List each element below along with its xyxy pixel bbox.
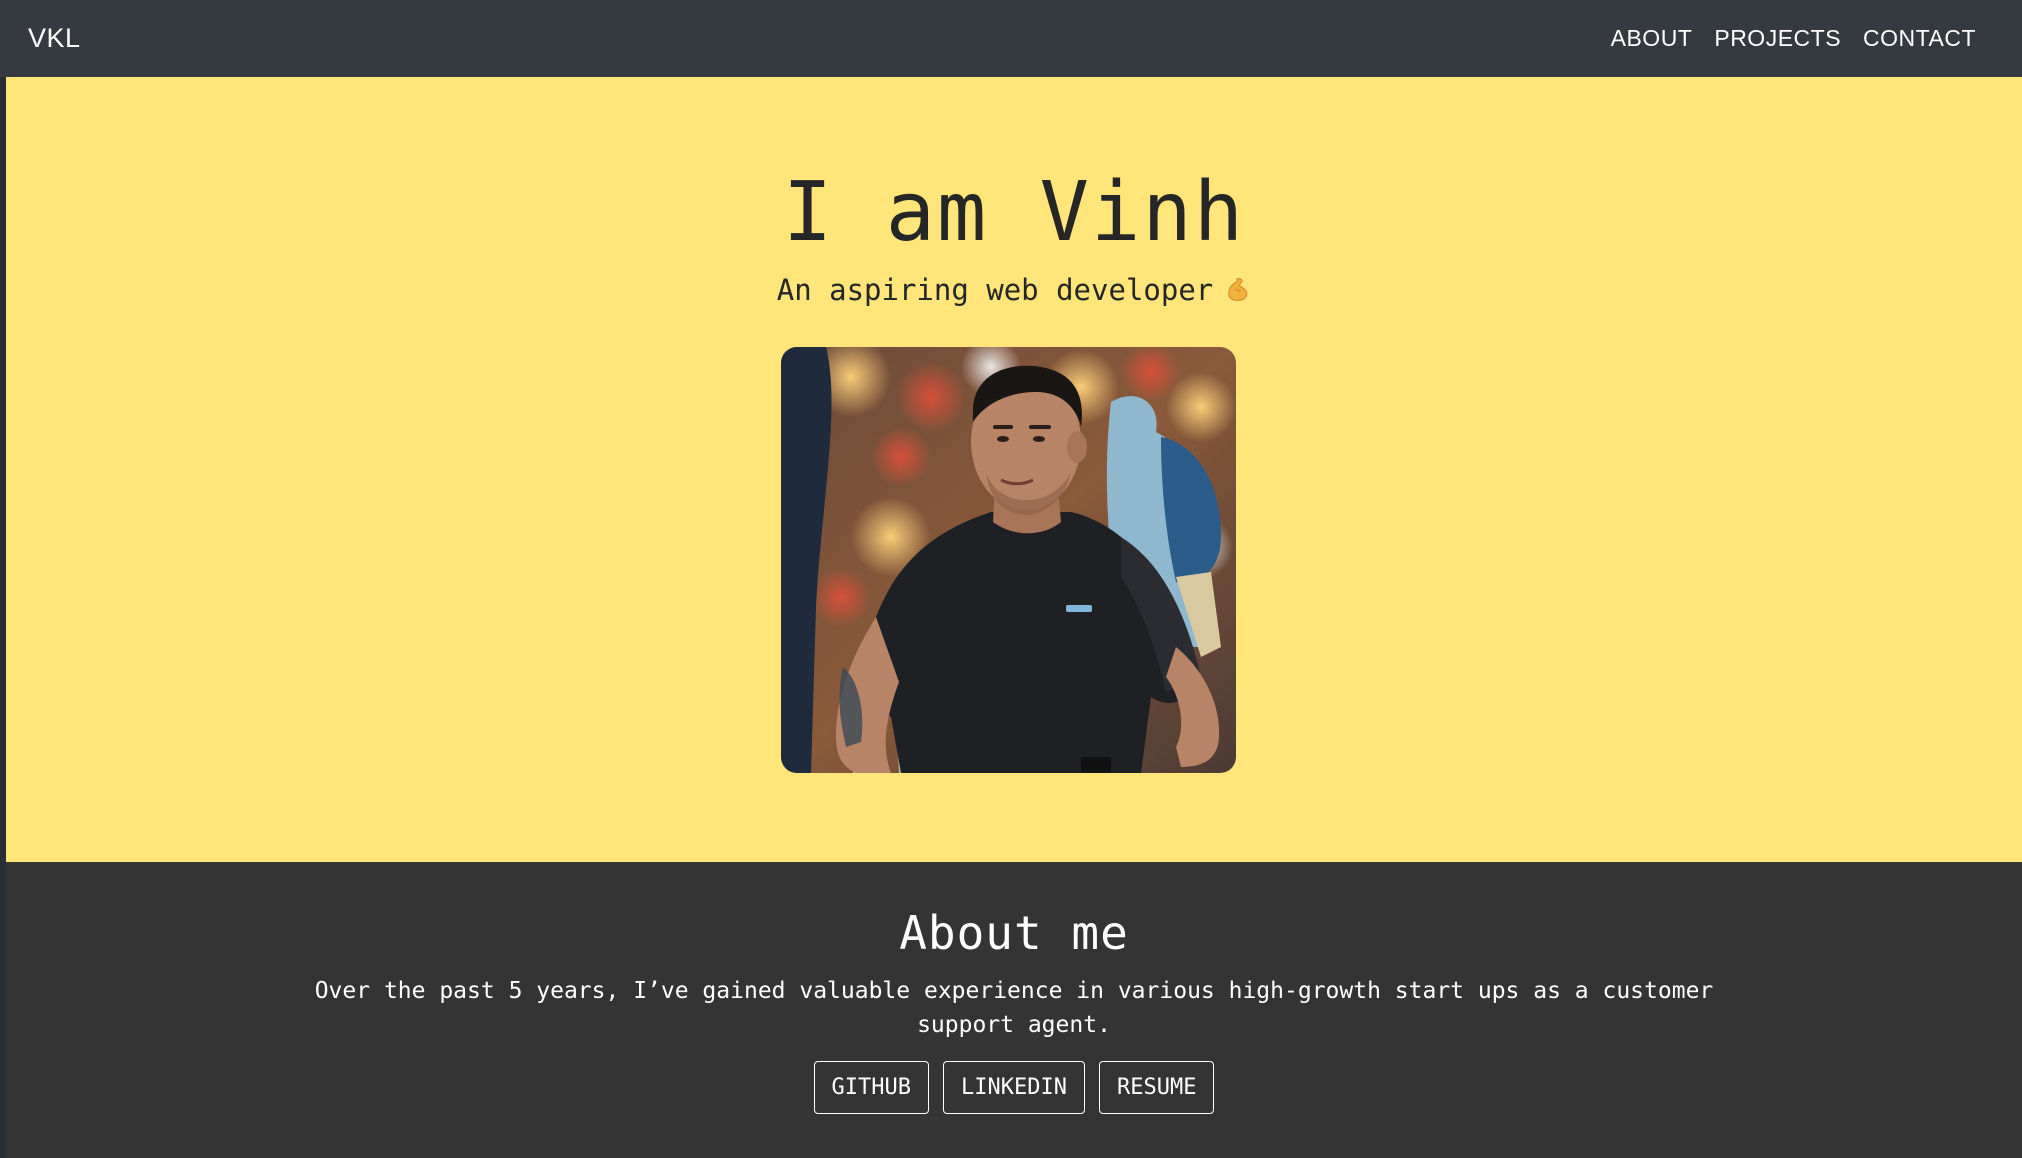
social-buttons: GITHUB LINKEDIN RESUME	[6, 1061, 2022, 1114]
hero-section: I am Vinh An aspiring web developer	[6, 77, 2022, 862]
navbar: VKL ABOUT PROJECTS CONTACT	[0, 0, 2022, 77]
nav-link-contact[interactable]: CONTACT	[1863, 25, 1976, 52]
about-title: About me	[899, 906, 1129, 960]
about-section: About me Over the past 5 years, I’ve gai…	[6, 862, 2022, 1158]
resume-button[interactable]: RESUME	[1098, 1061, 1215, 1114]
github-button[interactable]: GITHUB	[813, 1061, 930, 1114]
brand-logo[interactable]: VKL	[28, 23, 81, 54]
nav-link-projects[interactable]: PROJECTS	[1714, 25, 1841, 52]
hero-subtitle-row: An aspiring web developer	[6, 273, 2022, 307]
nav-links: ABOUT PROJECTS CONTACT	[1611, 25, 1976, 52]
about-text: Over the past 5 years, I’ve gained valua…	[314, 978, 1714, 1038]
hero-title: I am Vinh	[782, 165, 1246, 260]
hero-subtitle: An aspiring web developer	[776, 273, 1214, 307]
linkedin-button[interactable]: LINKEDIN	[943, 1061, 1085, 1114]
profile-photo	[781, 347, 1236, 773]
flexed-biceps-icon	[1223, 276, 1251, 304]
nav-link-about[interactable]: ABOUT	[1611, 25, 1693, 52]
